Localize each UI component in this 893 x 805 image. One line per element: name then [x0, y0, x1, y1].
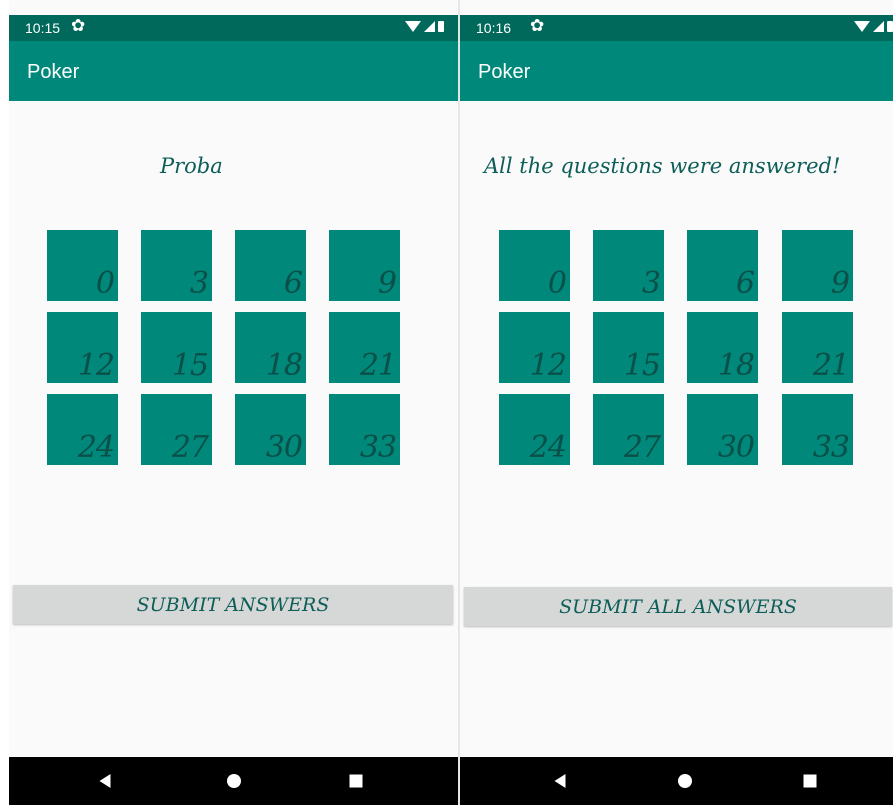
recent-apps-icon[interactable] — [349, 774, 363, 788]
answer-tile[interactable]: 9 — [782, 230, 853, 301]
tile-value: 9 — [830, 266, 850, 301]
tile-value: 15 — [623, 348, 661, 383]
navigation-bar — [460, 757, 893, 805]
answer-tile[interactable]: 18 — [235, 312, 306, 383]
tile-value: 6 — [735, 266, 755, 301]
gear-icon: ✿ — [71, 16, 86, 35]
answer-tile[interactable]: 3 — [141, 230, 212, 301]
gear-icon: ✿ — [530, 16, 545, 35]
battery-icon — [887, 21, 893, 32]
answer-tile[interactable]: 6 — [687, 230, 758, 301]
tile-value: 30 — [265, 430, 303, 465]
tile-value: 27 — [623, 430, 661, 465]
wifi-icon — [854, 21, 870, 32]
recent-apps-icon[interactable] — [803, 774, 817, 788]
answer-tile[interactable]: 21 — [782, 312, 853, 383]
answer-tile[interactable]: 15 — [141, 312, 212, 383]
tile-value: 0 — [95, 266, 115, 301]
phone-screen-2: 10:16 ✿ Poker All the questions were ans… — [460, 0, 893, 805]
answer-tile[interactable]: 30 — [687, 394, 758, 465]
answer-tile[interactable]: 33 — [782, 394, 853, 465]
back-icon[interactable] — [554, 774, 566, 788]
tile-value: 21 — [812, 348, 850, 383]
answer-tile[interactable]: 15 — [593, 312, 664, 383]
home-icon[interactable] — [678, 774, 692, 788]
question-heading: Proba — [160, 154, 223, 178]
status-bar: 10:15 ✿ — [9, 15, 458, 41]
tile-value: 3 — [189, 266, 209, 301]
answer-tile[interactable]: 33 — [329, 394, 400, 465]
back-icon[interactable] — [99, 774, 111, 788]
answer-tile[interactable]: 0 — [499, 230, 570, 301]
status-time: 10:15 — [25, 20, 61, 36]
status-bar: 10:16 ✿ — [460, 15, 893, 41]
tile-value: 0 — [547, 266, 567, 301]
tile-value: 12 — [77, 348, 115, 383]
wifi-icon — [405, 21, 421, 32]
tile-value: 18 — [265, 348, 303, 383]
answer-tile[interactable]: 21 — [329, 312, 400, 383]
answer-tile[interactable]: 27 — [141, 394, 212, 465]
tile-value: 33 — [812, 430, 850, 465]
answer-tile[interactable]: 30 — [235, 394, 306, 465]
tile-value: 9 — [377, 266, 397, 301]
answer-tile[interactable]: 9 — [329, 230, 400, 301]
tile-value: 27 — [171, 430, 209, 465]
answer-tile[interactable]: 24 — [499, 394, 570, 465]
status-time: 10:16 — [476, 20, 512, 36]
navigation-bar — [9, 757, 458, 805]
tile-value: 33 — [359, 430, 397, 465]
submit-all-answers-button[interactable]: SUBMIT ALL ANSWERS — [464, 587, 892, 626]
answer-tile[interactable]: 12 — [499, 312, 570, 383]
app-bar: Poker — [460, 41, 893, 101]
status-icons — [405, 21, 444, 32]
answer-tile[interactable]: 24 — [47, 394, 118, 465]
answer-tile[interactable]: 12 — [47, 312, 118, 383]
answer-tile[interactable]: 6 — [235, 230, 306, 301]
answer-tile[interactable]: 27 — [593, 394, 664, 465]
app-title: Poker — [27, 61, 80, 83]
app-title: Poker — [478, 61, 531, 83]
tile-value: 24 — [529, 430, 567, 465]
tile-value: 21 — [359, 348, 397, 383]
answer-tile[interactable]: 0 — [47, 230, 118, 301]
question-heading: All the questions were answered! — [484, 154, 841, 178]
tile-value: 15 — [171, 348, 209, 383]
answer-tile[interactable]: 3 — [593, 230, 664, 301]
tile-value: 30 — [717, 430, 755, 465]
battery-icon — [438, 21, 444, 32]
tile-value: 3 — [641, 266, 661, 301]
phone-screen-1: 10:15 ✿ Poker Proba 0 3 6 9 12 15 18 21 … — [9, 0, 458, 805]
answer-tile[interactable]: 18 — [687, 312, 758, 383]
app-bar: Poker — [9, 41, 458, 101]
signal-icon — [873, 21, 884, 32]
tile-value: 18 — [717, 348, 755, 383]
tile-value: 12 — [529, 348, 567, 383]
signal-icon — [424, 21, 435, 32]
tile-value: 6 — [283, 266, 303, 301]
submit-answers-button[interactable]: SUBMIT ANSWERS — [13, 585, 453, 624]
tile-value: 24 — [77, 430, 115, 465]
status-icons — [854, 21, 893, 32]
home-icon[interactable] — [227, 774, 241, 788]
